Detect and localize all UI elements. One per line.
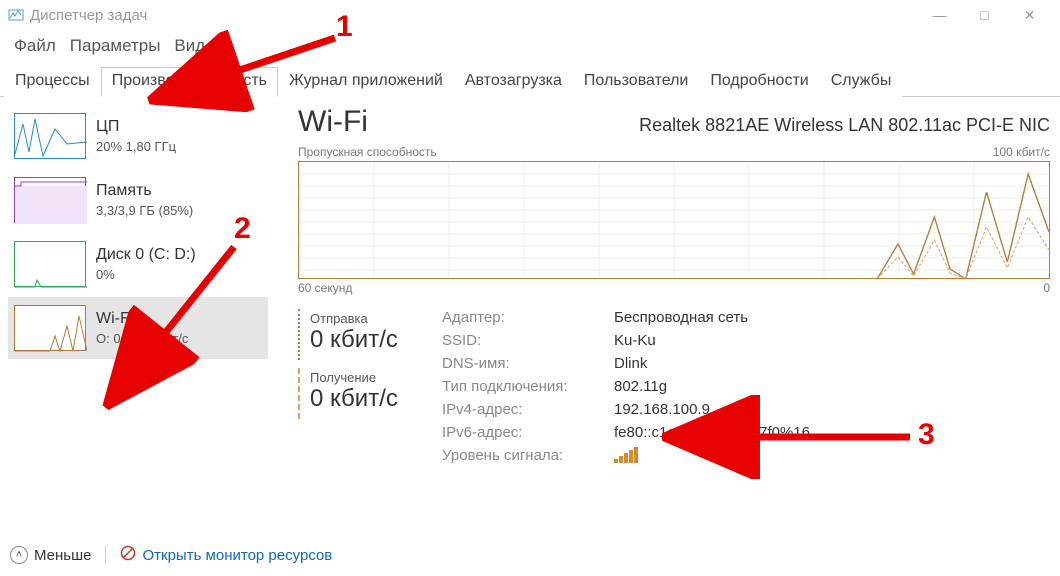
main-panel: Wi-Fi Realtek 8821AE Wireless LAN 802.11… (268, 105, 1050, 520)
sidebar-item-disk[interactable]: Диск 0 (C: D:) 0% (8, 233, 268, 295)
menu-options[interactable]: Параметры (70, 36, 161, 56)
menu-view[interactable]: Вид (174, 36, 205, 56)
tab-app-history[interactable]: Журнал приложений (278, 67, 454, 97)
send-value: 0 кбит/с (310, 326, 418, 354)
cpu-sub: 20% 1,80 ГГц (96, 138, 176, 156)
tab-performance[interactable]: Производительность (101, 67, 278, 97)
adapter-name: Realtek 8821AE Wireless LAN 802.11ac PCI… (639, 115, 1050, 136)
ipv4-value: 192.168.100.9 (614, 401, 810, 418)
wifi-sub: О: 0 П: 0 кбит/с (96, 330, 188, 348)
performance-sidebar: ЦП 20% 1,80 ГГц Память 3,3/3,9 ГБ (85%) … (8, 105, 268, 520)
adapter-value: Беспроводная сеть (614, 309, 810, 326)
tab-services[interactable]: Службы (820, 67, 903, 97)
resource-monitor-icon (120, 545, 136, 565)
chevron-up-icon: ˄ (10, 546, 28, 564)
recv-label: Получение (310, 370, 418, 385)
disk-sub: 0% (96, 266, 196, 284)
close-button[interactable]: ✕ (1007, 1, 1052, 29)
disk-thumbnail (14, 241, 86, 287)
content: ЦП 20% 1,80 ГГц Память 3,3/3,9 ГБ (85%) … (0, 97, 1060, 520)
maximize-button[interactable]: □ (962, 1, 1007, 29)
menu-file[interactable]: Файл (14, 36, 56, 56)
connection-details: Адаптер: Беспроводная сеть SSID: Ku-Ku D… (442, 309, 810, 467)
footer: ˄ Меньше Открыть монитор ресурсов (10, 545, 332, 565)
adapter-key: Адаптер: (442, 309, 602, 326)
signal-key: Уровень сигнала: (442, 447, 602, 467)
conn-value: 802.11g (614, 378, 810, 395)
fewer-label: Меньше (34, 547, 91, 564)
ssid-key: SSID: (442, 332, 602, 349)
conn-key: Тип подключения: (442, 378, 602, 395)
memory-thumbnail (14, 177, 86, 223)
sidebar-item-wifi[interactable]: Wi-Fi О: 0 П: 0 кбит/с (8, 297, 268, 359)
cpu-thumbnail (14, 113, 86, 159)
send-label: Отправка (310, 311, 418, 326)
signal-value (614, 447, 810, 467)
footer-divider (105, 546, 106, 564)
tab-users[interactable]: Пользователи (573, 67, 699, 97)
disk-title: Диск 0 (C: D:) (96, 244, 196, 266)
menubar: Файл Параметры Вид (0, 30, 1060, 66)
cpu-title: ЦП (96, 116, 176, 138)
app-icon (8, 7, 24, 23)
tab-details[interactable]: Подробности (699, 67, 819, 97)
ipv6-key: IPv6-адрес: (442, 424, 602, 441)
throughput-chart (298, 161, 1050, 279)
recv-value: 0 кбит/с (310, 385, 418, 413)
ipv6-value: fe80::c1ed:6360:186:f7f0%16 (614, 424, 810, 441)
open-resource-monitor-link[interactable]: Открыть монитор ресурсов (120, 545, 332, 565)
stats-area: Отправка 0 кбит/с Получение 0 кбит/с Ада… (298, 309, 1050, 467)
tab-startup[interactable]: Автозагрузка (454, 67, 573, 97)
ipv4-key: IPv4-адрес: (442, 401, 602, 418)
tab-strip: Процессы Производительность Журнал прило… (0, 66, 1060, 97)
dns-value: Dlink (614, 355, 810, 372)
window-title: Диспетчер задач (30, 7, 147, 24)
send-rate: Отправка 0 кбит/с (298, 309, 418, 360)
minimize-button[interactable]: — (917, 1, 962, 29)
chart-header: Пропускная способность (298, 145, 437, 159)
sidebar-item-cpu[interactable]: ЦП 20% 1,80 ГГц (8, 105, 268, 167)
ssid-value: Ku-Ku (614, 332, 810, 349)
dns-key: DNS-имя: (442, 355, 602, 372)
sidebar-item-memory[interactable]: Память 3,3/3,9 ГБ (85%) (8, 169, 268, 231)
tab-processes[interactable]: Процессы (4, 67, 101, 97)
chart-xright: 0 (1043, 281, 1050, 295)
fewer-details-button[interactable]: ˄ Меньше (10, 546, 91, 564)
recv-rate: Получение 0 кбит/с (298, 368, 418, 419)
window-controls: — □ ✕ (917, 1, 1052, 29)
page-title: Wi-Fi (298, 105, 368, 139)
memory-sub: 3,3/3,9 ГБ (85%) (96, 202, 193, 220)
chart-ymax: 100 кбит/с (993, 145, 1050, 159)
titlebar: Диспетчер задач — □ ✕ (0, 0, 1060, 30)
wifi-title: Wi-Fi (96, 308, 188, 330)
wifi-thumbnail (14, 305, 86, 351)
memory-title: Память (96, 180, 193, 202)
chart-xleft: 60 секунд (298, 281, 352, 295)
signal-bars-icon (614, 447, 638, 463)
monitor-link-label: Открыть монитор ресурсов (142, 547, 332, 564)
